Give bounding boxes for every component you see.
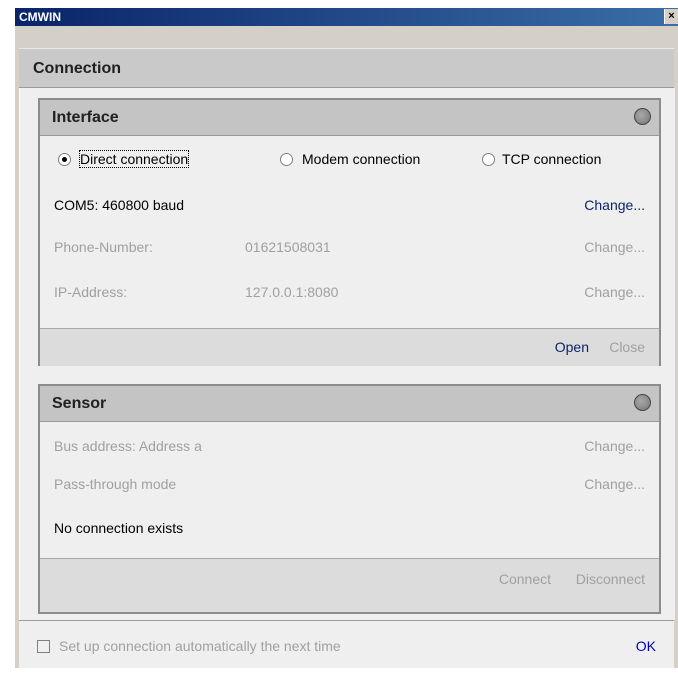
connect-link[interactable]: Connect bbox=[499, 571, 551, 587]
page-title: Connection bbox=[33, 60, 121, 77]
radio-button-icon[interactable] bbox=[482, 153, 495, 166]
change-ip-link[interactable]: Change... bbox=[584, 284, 645, 300]
auto-connect-label[interactable]: Set up connection automatically the next… bbox=[59, 638, 341, 654]
pass-through-label: Pass-through mode bbox=[54, 476, 177, 492]
status-led-icon bbox=[634, 394, 651, 411]
page-header: Connection bbox=[15, 26, 678, 92]
change-phone-link[interactable]: Change... bbox=[584, 239, 645, 255]
status-led-icon bbox=[634, 108, 651, 125]
ok-button[interactable]: OK bbox=[636, 638, 656, 654]
title-bar[interactable]: CMWIN × bbox=[15, 8, 678, 26]
sensor-panel: Sensor Bus address: Address a Change... … bbox=[38, 384, 661, 614]
cmwin-window: CMWIN × Connection Interface Direct conn… bbox=[15, 8, 678, 668]
change-bus-address-link[interactable]: Change... bbox=[584, 438, 645, 454]
auto-connect-checkbox[interactable] bbox=[37, 640, 50, 653]
radio-button-icon[interactable] bbox=[280, 153, 293, 166]
ip-address-label: IP-Address: bbox=[54, 284, 128, 300]
sensor-panel-footer: Connect Disconnect bbox=[40, 558, 659, 612]
window-title: CMWIN bbox=[19, 10, 61, 24]
interface-title: Interface bbox=[52, 109, 119, 126]
interface-panel: Interface Direct connection Modem connec… bbox=[38, 98, 661, 366]
phone-number-label: Phone-Number: bbox=[54, 239, 153, 255]
main-area: Interface Direct connection Modem connec… bbox=[19, 88, 675, 620]
connection-status: No connection exists bbox=[54, 520, 184, 536]
radio-label-direct[interactable]: Direct connection bbox=[78, 150, 190, 168]
ip-address-value: 127.0.0.1:8080 bbox=[245, 284, 339, 300]
radio-label-modem[interactable]: Modem connection bbox=[302, 151, 420, 167]
dialog-footer: Set up connection automatically the next… bbox=[19, 620, 674, 668]
interface-panel-footer: Open Close bbox=[40, 328, 659, 366]
com-port-label: COM5: 460800 baud bbox=[54, 197, 184, 213]
change-pass-through-link[interactable]: Change... bbox=[584, 476, 645, 492]
disconnect-link[interactable]: Disconnect bbox=[576, 571, 645, 587]
radio-button-icon[interactable] bbox=[58, 153, 71, 166]
open-link[interactable]: Open bbox=[555, 339, 589, 355]
phone-number-value: 01621508031 bbox=[245, 239, 331, 255]
sensor-panel-header: Sensor bbox=[40, 386, 659, 422]
sensor-title: Sensor bbox=[52, 395, 107, 412]
close-link[interactable]: Close bbox=[609, 339, 645, 355]
bus-address-label: Bus address: Address a bbox=[54, 438, 202, 454]
page-title-bar: Connection bbox=[19, 48, 674, 88]
interface-panel-header: Interface bbox=[40, 100, 659, 136]
close-icon[interactable]: × bbox=[664, 9, 678, 24]
change-com-link[interactable]: Change... bbox=[584, 197, 645, 213]
radio-label-tcp[interactable]: TCP connection bbox=[502, 151, 601, 167]
